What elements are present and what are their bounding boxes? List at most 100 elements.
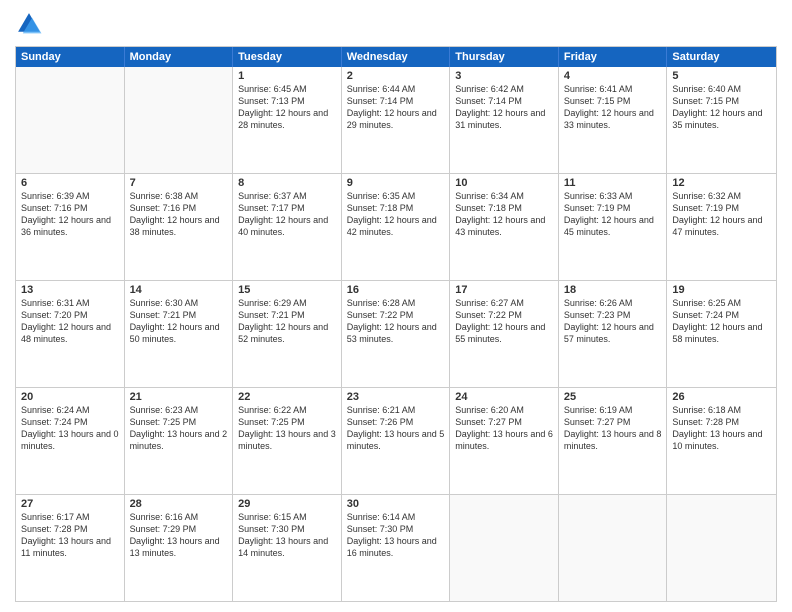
day-info: Sunrise: 6:23 AM Sunset: 7:25 PM Dayligh… — [130, 404, 228, 453]
day-22: 22Sunrise: 6:22 AM Sunset: 7:25 PM Dayli… — [233, 388, 342, 494]
day-info: Sunrise: 6:29 AM Sunset: 7:21 PM Dayligh… — [238, 297, 336, 346]
day-number: 6 — [21, 177, 119, 189]
empty-cell — [450, 495, 559, 601]
day-number: 1 — [238, 70, 336, 82]
day-number: 27 — [21, 498, 119, 510]
day-info: Sunrise: 6:45 AM Sunset: 7:13 PM Dayligh… — [238, 83, 336, 132]
day-number: 12 — [672, 177, 771, 189]
calendar-header: SundayMondayTuesdayWednesdayThursdayFrid… — [16, 47, 776, 67]
day-16: 16Sunrise: 6:28 AM Sunset: 7:22 PM Dayli… — [342, 281, 451, 387]
day-info: Sunrise: 6:15 AM Sunset: 7:30 PM Dayligh… — [238, 511, 336, 560]
day-of-week-thursday: Thursday — [450, 47, 559, 67]
day-number: 3 — [455, 70, 553, 82]
day-info: Sunrise: 6:19 AM Sunset: 7:27 PM Dayligh… — [564, 404, 662, 453]
day-info: Sunrise: 6:28 AM Sunset: 7:22 PM Dayligh… — [347, 297, 445, 346]
day-number: 24 — [455, 391, 553, 403]
day-of-week-wednesday: Wednesday — [342, 47, 451, 67]
day-info: Sunrise: 6:35 AM Sunset: 7:18 PM Dayligh… — [347, 190, 445, 239]
day-number: 29 — [238, 498, 336, 510]
day-7: 7Sunrise: 6:38 AM Sunset: 7:16 PM Daylig… — [125, 174, 234, 280]
header — [15, 10, 777, 38]
day-info: Sunrise: 6:20 AM Sunset: 7:27 PM Dayligh… — [455, 404, 553, 453]
day-info: Sunrise: 6:18 AM Sunset: 7:28 PM Dayligh… — [672, 404, 771, 453]
day-14: 14Sunrise: 6:30 AM Sunset: 7:21 PM Dayli… — [125, 281, 234, 387]
day-29: 29Sunrise: 6:15 AM Sunset: 7:30 PM Dayli… — [233, 495, 342, 601]
day-number: 11 — [564, 177, 662, 189]
day-5: 5Sunrise: 6:40 AM Sunset: 7:15 PM Daylig… — [667, 67, 776, 173]
day-28: 28Sunrise: 6:16 AM Sunset: 7:29 PM Dayli… — [125, 495, 234, 601]
day-info: Sunrise: 6:24 AM Sunset: 7:24 PM Dayligh… — [21, 404, 119, 453]
calendar-row-5: 27Sunrise: 6:17 AM Sunset: 7:28 PM Dayli… — [16, 494, 776, 601]
day-number: 15 — [238, 284, 336, 296]
calendar-row-3: 13Sunrise: 6:31 AM Sunset: 7:20 PM Dayli… — [16, 280, 776, 387]
day-number: 20 — [21, 391, 119, 403]
day-number: 2 — [347, 70, 445, 82]
day-info: Sunrise: 6:37 AM Sunset: 7:17 PM Dayligh… — [238, 190, 336, 239]
day-2: 2Sunrise: 6:44 AM Sunset: 7:14 PM Daylig… — [342, 67, 451, 173]
day-of-week-saturday: Saturday — [667, 47, 776, 67]
day-info: Sunrise: 6:33 AM Sunset: 7:19 PM Dayligh… — [564, 190, 662, 239]
day-info: Sunrise: 6:17 AM Sunset: 7:28 PM Dayligh… — [21, 511, 119, 560]
page: SundayMondayTuesdayWednesdayThursdayFrid… — [0, 0, 792, 612]
day-19: 19Sunrise: 6:25 AM Sunset: 7:24 PM Dayli… — [667, 281, 776, 387]
day-13: 13Sunrise: 6:31 AM Sunset: 7:20 PM Dayli… — [16, 281, 125, 387]
calendar-body: 1Sunrise: 6:45 AM Sunset: 7:13 PM Daylig… — [16, 67, 776, 601]
day-number: 10 — [455, 177, 553, 189]
calendar-row-4: 20Sunrise: 6:24 AM Sunset: 7:24 PM Dayli… — [16, 387, 776, 494]
day-info: Sunrise: 6:27 AM Sunset: 7:22 PM Dayligh… — [455, 297, 553, 346]
empty-cell — [559, 495, 668, 601]
empty-cell — [125, 67, 234, 173]
day-info: Sunrise: 6:30 AM Sunset: 7:21 PM Dayligh… — [130, 297, 228, 346]
day-number: 4 — [564, 70, 662, 82]
day-number: 14 — [130, 284, 228, 296]
logo-icon — [15, 10, 43, 38]
day-15: 15Sunrise: 6:29 AM Sunset: 7:21 PM Dayli… — [233, 281, 342, 387]
day-info: Sunrise: 6:21 AM Sunset: 7:26 PM Dayligh… — [347, 404, 445, 453]
day-info: Sunrise: 6:38 AM Sunset: 7:16 PM Dayligh… — [130, 190, 228, 239]
day-of-week-friday: Friday — [559, 47, 668, 67]
day-number: 23 — [347, 391, 445, 403]
day-20: 20Sunrise: 6:24 AM Sunset: 7:24 PM Dayli… — [16, 388, 125, 494]
day-number: 5 — [672, 70, 771, 82]
day-number: 21 — [130, 391, 228, 403]
day-info: Sunrise: 6:16 AM Sunset: 7:29 PM Dayligh… — [130, 511, 228, 560]
day-24: 24Sunrise: 6:20 AM Sunset: 7:27 PM Dayli… — [450, 388, 559, 494]
day-of-week-monday: Monday — [125, 47, 234, 67]
day-info: Sunrise: 6:41 AM Sunset: 7:15 PM Dayligh… — [564, 83, 662, 132]
day-25: 25Sunrise: 6:19 AM Sunset: 7:27 PM Dayli… — [559, 388, 668, 494]
day-18: 18Sunrise: 6:26 AM Sunset: 7:23 PM Dayli… — [559, 281, 668, 387]
day-info: Sunrise: 6:32 AM Sunset: 7:19 PM Dayligh… — [672, 190, 771, 239]
day-21: 21Sunrise: 6:23 AM Sunset: 7:25 PM Dayli… — [125, 388, 234, 494]
day-4: 4Sunrise: 6:41 AM Sunset: 7:15 PM Daylig… — [559, 67, 668, 173]
day-of-week-sunday: Sunday — [16, 47, 125, 67]
day-8: 8Sunrise: 6:37 AM Sunset: 7:17 PM Daylig… — [233, 174, 342, 280]
day-number: 22 — [238, 391, 336, 403]
logo — [15, 10, 47, 38]
day-info: Sunrise: 6:40 AM Sunset: 7:15 PM Dayligh… — [672, 83, 771, 132]
day-number: 7 — [130, 177, 228, 189]
day-number: 8 — [238, 177, 336, 189]
day-26: 26Sunrise: 6:18 AM Sunset: 7:28 PM Dayli… — [667, 388, 776, 494]
day-info: Sunrise: 6:42 AM Sunset: 7:14 PM Dayligh… — [455, 83, 553, 132]
day-info: Sunrise: 6:22 AM Sunset: 7:25 PM Dayligh… — [238, 404, 336, 453]
day-info: Sunrise: 6:14 AM Sunset: 7:30 PM Dayligh… — [347, 511, 445, 560]
day-number: 25 — [564, 391, 662, 403]
day-11: 11Sunrise: 6:33 AM Sunset: 7:19 PM Dayli… — [559, 174, 668, 280]
calendar-row-1: 1Sunrise: 6:45 AM Sunset: 7:13 PM Daylig… — [16, 67, 776, 173]
day-number: 18 — [564, 284, 662, 296]
day-30: 30Sunrise: 6:14 AM Sunset: 7:30 PM Dayli… — [342, 495, 451, 601]
day-of-week-tuesday: Tuesday — [233, 47, 342, 67]
day-number: 19 — [672, 284, 771, 296]
day-6: 6Sunrise: 6:39 AM Sunset: 7:16 PM Daylig… — [16, 174, 125, 280]
day-info: Sunrise: 6:25 AM Sunset: 7:24 PM Dayligh… — [672, 297, 771, 346]
day-27: 27Sunrise: 6:17 AM Sunset: 7:28 PM Dayli… — [16, 495, 125, 601]
day-info: Sunrise: 6:26 AM Sunset: 7:23 PM Dayligh… — [564, 297, 662, 346]
day-number: 17 — [455, 284, 553, 296]
day-17: 17Sunrise: 6:27 AM Sunset: 7:22 PM Dayli… — [450, 281, 559, 387]
day-23: 23Sunrise: 6:21 AM Sunset: 7:26 PM Dayli… — [342, 388, 451, 494]
day-info: Sunrise: 6:39 AM Sunset: 7:16 PM Dayligh… — [21, 190, 119, 239]
day-info: Sunrise: 6:44 AM Sunset: 7:14 PM Dayligh… — [347, 83, 445, 132]
day-10: 10Sunrise: 6:34 AM Sunset: 7:18 PM Dayli… — [450, 174, 559, 280]
day-info: Sunrise: 6:34 AM Sunset: 7:18 PM Dayligh… — [455, 190, 553, 239]
day-info: Sunrise: 6:31 AM Sunset: 7:20 PM Dayligh… — [21, 297, 119, 346]
